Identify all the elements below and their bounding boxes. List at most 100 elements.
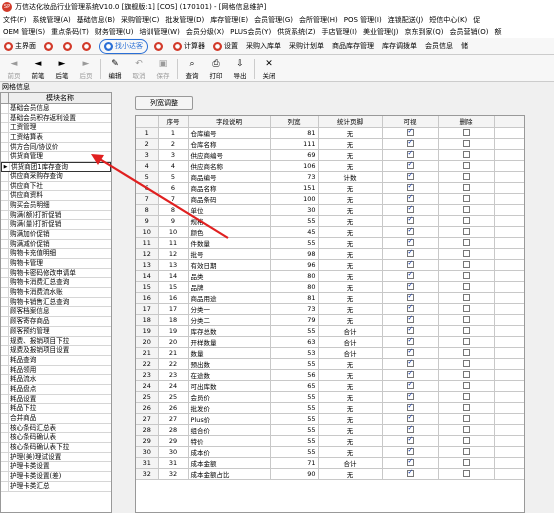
module-list-item[interactable]: 耗品设置 [1,394,111,405]
field-description-cell[interactable]: 品牌 [188,281,271,293]
column-header-width[interactable]: 列宽 [270,116,319,128]
delete-cell[interactable] [438,270,495,282]
column-width-cell[interactable]: 71 [270,457,319,469]
delete-checkbox[interactable] [462,360,470,367]
row-number-cell[interactable]: 20 [136,336,159,348]
seq-cell[interactable]: 17 [158,303,189,315]
seq-cell[interactable]: 20 [158,336,189,348]
quickbar-item[interactable]: ● [150,39,169,54]
visible-cell[interactable] [382,193,439,205]
module-list-item[interactable]: 顾客预约管理 [1,326,111,337]
module-list-item[interactable]: 购满减价促销 [1,239,111,250]
column-width-cell[interactable]: 55 [270,402,319,414]
delete-cell[interactable] [438,259,495,271]
grid-row[interactable]: 2 2 仓库名称 111 无 [136,138,524,150]
seq-cell[interactable]: 23 [158,369,189,381]
column-width-cell[interactable]: 55 [270,358,319,370]
grid-row[interactable]: 7 7 商品条码 100 无 [136,193,524,205]
quickbar-item[interactable]: 库存调拨单 [378,39,421,54]
footer-stat-cell[interactable]: 无 [318,149,383,161]
seq-cell[interactable]: 9 [158,215,189,227]
seq-cell[interactable]: 24 [158,380,189,392]
visible-cell[interactable] [382,303,439,315]
column-width-cell[interactable]: 79 [270,314,319,326]
visible-checkbox[interactable] [406,413,414,422]
column-header-seq[interactable]: 序号 [158,116,189,128]
field-description-cell[interactable]: 品类 [188,270,271,282]
field-description-cell[interactable]: 单位 [188,204,271,216]
module-list-item[interactable]: 工资管理 [1,123,111,134]
delete-checkbox[interactable] [462,129,470,136]
row-number-cell[interactable]: 2 [136,138,159,150]
module-list-item[interactable]: 护理卡类设置 [1,462,111,473]
delete-checkbox[interactable] [462,316,470,323]
field-description-cell[interactable]: 可出库数 [188,380,271,392]
column-header-footer-stat[interactable]: 统计页脚 [318,116,383,128]
visible-cell[interactable] [382,127,439,139]
menu-item[interactable]: 采购管理(C) [118,15,162,25]
delete-cell[interactable] [438,149,495,161]
field-description-cell[interactable]: 成本金额占比 [188,468,271,480]
row-number-cell[interactable]: 18 [136,314,159,326]
delete-cell[interactable] [438,215,495,227]
module-list-item[interactable]: 规费、报销项目下拉 [1,336,111,347]
field-description-cell[interactable]: 商品条码 [188,193,271,205]
quickbar-item[interactable]: ● 计算器 [169,39,209,54]
column-width-cell[interactable]: 80 [270,270,319,282]
grid-row[interactable]: 18 18 分类二 79 无 [136,314,524,326]
field-description-cell[interactable]: 分类二 [188,314,271,326]
visible-cell[interactable] [382,358,439,370]
footer-stat-cell[interactable]: 无 [318,380,383,392]
row-number-cell[interactable]: 16 [136,292,159,304]
column-width-cell[interactable]: 100 [270,193,319,205]
seq-cell[interactable]: 30 [158,446,189,458]
footer-stat-cell[interactable]: 无 [318,391,383,403]
field-description-cell[interactable]: 供应商编号 [188,149,271,161]
menu-item[interactable]: 重点条码(T) [48,27,92,37]
footer-stat-cell[interactable]: 无 [318,160,383,172]
delete-cell[interactable] [438,325,495,337]
visible-cell[interactable] [382,237,439,249]
menu-item[interactable]: 批发管理(D) [162,15,207,25]
visible-checkbox[interactable] [406,314,414,323]
module-list-item[interactable]: 购物卡密码修改申请单 [1,268,111,279]
quickbar-item[interactable]: ● 主界面 [0,39,40,54]
delete-cell[interactable] [438,369,495,381]
grid-row[interactable]: 17 17 分类一 73 无 [136,303,524,315]
quickbar-item[interactable]: 采购入库单 [242,39,285,54]
delete-checkbox[interactable] [462,349,470,356]
field-description-cell[interactable]: 有效日期 [188,259,271,271]
grid-row[interactable]: 16 16 商品用途 81 无 [136,292,524,304]
grid-row[interactable]: 24 24 可出库数 65 无 [136,380,524,392]
visible-checkbox[interactable] [406,402,414,411]
field-description-cell[interactable]: 件数量 [188,237,271,249]
column-width-cell[interactable]: 55 [270,435,319,447]
field-description-cell[interactable]: 供应商名称 [188,160,271,172]
footer-stat-cell[interactable]: 无 [318,138,383,150]
field-description-cell[interactable]: 成本价 [188,446,271,458]
menu-item[interactable]: 基础信息(B) [74,15,118,25]
delete-cell[interactable] [438,358,495,370]
delete-cell[interactable] [438,391,495,403]
row-number-cell[interactable]: 22 [136,358,159,370]
delete-cell[interactable] [438,468,495,480]
toolbar-button[interactable]: ✕ 关闭 [257,56,281,81]
row-number-cell[interactable]: 13 [136,259,159,271]
seq-cell[interactable]: 3 [158,149,189,161]
column-width-cell[interactable]: 56 [270,369,319,381]
visible-checkbox[interactable] [406,457,414,466]
visible-checkbox[interactable] [406,347,414,356]
column-width-cell[interactable]: 63 [270,336,319,348]
delete-cell[interactable] [438,226,495,238]
visible-cell[interactable] [382,292,439,304]
grid-row[interactable]: 13 13 有效日期 96 无 [136,259,524,271]
seq-cell[interactable]: 1 [158,127,189,139]
grid-row[interactable]: 21 21 数量 53 合计 [136,347,524,359]
field-description-cell[interactable]: 仓库编号 [188,127,271,139]
visible-cell[interactable] [382,149,439,161]
delete-cell[interactable] [438,446,495,458]
visible-cell[interactable] [382,171,439,183]
menu-item[interactable]: 库存管理(E) [207,15,251,25]
module-list-item[interactable]: 耗品盘点 [1,384,111,395]
delete-checkbox[interactable] [462,283,470,290]
